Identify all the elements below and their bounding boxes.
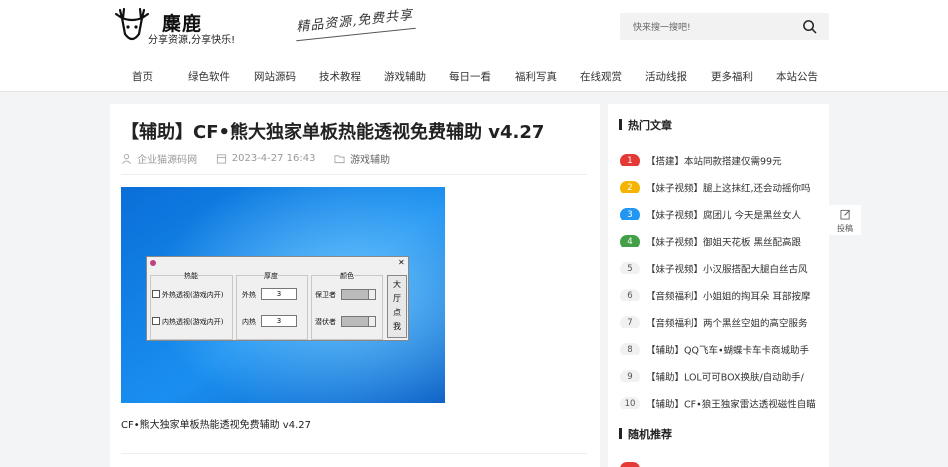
- hot-article-title: 【搭建】本站同款搭建仅需99元: [646, 156, 782, 167]
- calendar-icon: [216, 154, 226, 164]
- outer-hot-label: 外热透视(游戏内开): [162, 291, 224, 299]
- article-category[interactable]: 游戏辅助: [350, 151, 390, 166]
- group-hot: [150, 275, 233, 340]
- article-screenshot: ✕ 热能 厚度 颜色 外热透视(游戏内开) 内热透视(游戏内开) 外热 3 内热…: [121, 187, 445, 403]
- lobby-button-char-1: 大: [393, 280, 401, 289]
- search-icon[interactable]: [802, 19, 817, 34]
- rank-badge: 10: [620, 396, 640, 409]
- cheat-dialog: ✕ 热能 厚度 颜色 外热透视(游戏内开) 内热透视(游戏内开) 外热 3 内热…: [146, 256, 409, 341]
- hot-article-item[interactable]: 6 【音频福利】小姐姐的掏耳朵 耳部按摩: [620, 285, 825, 301]
- group-thickness: [236, 275, 308, 340]
- guard-color-label: 保卫者: [315, 291, 336, 299]
- hot-article-item[interactable]: 8 【辅助】QQ飞车•蝴蝶卡车卡商城助手: [620, 339, 825, 355]
- nav-more-perks[interactable]: 更多福利: [711, 69, 753, 84]
- outer-thickness-input[interactable]: 3: [261, 288, 297, 300]
- hot-article-title: 【妹子视频】御姐天花板 黑丝配高跟: [646, 237, 802, 248]
- hot-article-item[interactable]: 9 【辅助】LOL可可BOX换肤/自动助手/: [620, 366, 825, 382]
- lobby-button[interactable]: 大 厅 点 我: [387, 275, 407, 338]
- submit-post-label: 投稿: [837, 224, 853, 233]
- inner-hot-label: 内热透视(游戏内开): [162, 318, 224, 326]
- lurker-color-label: 潜伏者: [315, 318, 336, 326]
- rank-badge: 7: [620, 315, 640, 328]
- hot-articles-heading: 热门文章: [619, 117, 672, 133]
- nav-daily[interactable]: 每日一看: [449, 69, 491, 84]
- user-icon: [122, 154, 131, 164]
- article-card: 【辅助】CF•熊大独家单板热能透视免费辅助 v4.27 企业猫源码网 2023-…: [110, 104, 600, 467]
- guard-dropdown-icon[interactable]: [368, 289, 376, 300]
- hot-article-title: 【妹子视频】小汉服搭配大腿白丝古风: [646, 264, 808, 275]
- label-thickness: 厚度: [264, 271, 278, 281]
- bottom-divider: [121, 453, 587, 454]
- nav-online-watch[interactable]: 在线观赏: [580, 69, 622, 84]
- rank-badge: 3: [620, 207, 640, 220]
- article-date: 2023-4-27 16:43: [231, 153, 316, 164]
- inner-hot-checkbox[interactable]: [152, 317, 160, 325]
- sidebar: 热门文章 1 【搭建】本站同款搭建仅需99元 2 【妹子视频】腿上这抹红,还会动摇你吗…: [608, 104, 829, 467]
- inner-thickness-input[interactable]: 3: [261, 315, 297, 327]
- outer-thickness-label: 外热: [242, 291, 256, 299]
- main-nav: 首页 绿色软件 网站源码 技术教程 游戏辅助 每日一看 福利写真 在线观赏 活动…: [0, 60, 948, 92]
- nav-tutorials[interactable]: 技术教程: [319, 69, 361, 84]
- hot-article-item[interactable]: 4 【妹子视频】御姐天花板 黑丝配高跟: [620, 231, 825, 247]
- hot-article-item[interactable]: 5 【妹子视频】小汉服搭配大腿白丝古风: [620, 258, 825, 274]
- label-hot: 热能: [184, 271, 198, 281]
- hot-article-item[interactable]: 1 【搭建】本站同款搭建仅需99元: [620, 150, 825, 166]
- article-title: 【辅助】CF•熊大独家单板热能透视免费辅助 v4.27: [121, 122, 545, 143]
- rank-badge: 9: [620, 369, 640, 382]
- deer-logo-icon: [114, 7, 150, 41]
- hot-article-item[interactable]: 2 【妹子视频】腿上这抹红,还会动摇你吗: [620, 177, 825, 193]
- rank-badge: 5: [620, 261, 640, 274]
- site-header: 麋鹿 分享资源,分享快乐! 精品资源,免费共享 快来搜一搜吧!: [0, 0, 948, 60]
- hot-article-title: 【辅助】QQ飞车•蝴蝶卡车卡商城助手: [646, 345, 810, 356]
- site-tagline: 分享资源,分享快乐!: [148, 35, 236, 46]
- rank-badge: 8: [620, 342, 640, 355]
- nav-deals[interactable]: 活动线报: [645, 69, 687, 84]
- app-icon: [150, 260, 156, 266]
- lobby-button-char-3: 点: [393, 308, 401, 317]
- nav-announcements[interactable]: 本站公告: [776, 69, 818, 84]
- search-input[interactable]: 快来搜一搜吧!: [620, 13, 829, 40]
- lobby-button-char-2: 厅: [393, 294, 401, 303]
- nav-site-source[interactable]: 网站源码: [254, 69, 296, 84]
- nav-home[interactable]: 首页: [132, 69, 153, 84]
- rank-badge: 4: [620, 234, 640, 247]
- search-placeholder: 快来搜一搜吧!: [633, 23, 691, 33]
- rank-badge: [620, 461, 640, 467]
- random-recommend-heading: 随机推荐: [619, 426, 672, 442]
- hot-article-title: 【妹子视频】腿上这抹红,还会动摇你吗: [646, 183, 811, 194]
- lobby-button-char-4: 我: [393, 322, 401, 331]
- submit-post-button[interactable]: 投稿: [829, 205, 861, 235]
- label-color: 颜色: [340, 271, 354, 281]
- nav-photos[interactable]: 福利写真: [515, 69, 557, 84]
- nav-green-software[interactable]: 绿色软件: [188, 69, 230, 84]
- random-item[interactable]: [620, 458, 825, 467]
- article-meta: 企业猫源码网 2023-4-27 16:43 游戏辅助: [121, 151, 390, 166]
- rank-badge: 1: [620, 153, 640, 166]
- dialog-close-icon[interactable]: ✕: [398, 258, 405, 267]
- hot-article-title: 【辅助】CF•狼王独家雷达透视磁性自瞄: [646, 399, 816, 410]
- article-author[interactable]: 企业猫源码网: [137, 151, 197, 166]
- meta-divider: [121, 174, 587, 175]
- hot-article-title: 【音频福利】两个黑丝空姐的高空服务: [646, 318, 808, 329]
- hot-article-item[interactable]: 7 【音频福利】两个黑丝空姐的高空服务: [620, 312, 825, 328]
- folder-icon: [334, 155, 345, 164]
- hot-article-title: 【妹子视频】腐团儿 今天是黑丝女人: [646, 210, 802, 221]
- inner-thickness-label: 内热: [242, 318, 256, 326]
- nav-game-assist[interactable]: 游戏辅助: [384, 69, 426, 84]
- hot-article-item[interactable]: 10 【辅助】CF•狼王独家雷达透视磁性自瞄: [620, 393, 825, 409]
- hot-article-item[interactable]: 3 【妹子视频】腐团儿 今天是黑丝女人: [620, 204, 825, 220]
- rank-badge: 6: [620, 288, 640, 301]
- group-color: [311, 275, 383, 340]
- lurker-dropdown-icon[interactable]: [368, 316, 376, 327]
- article-caption: CF•熊大独家单板热能透视免费辅助 v4.27: [121, 420, 311, 431]
- hot-article-title: 【音频福利】小姐姐的掏耳朵 耳部按摩: [646, 291, 811, 302]
- rank-badge: 2: [620, 180, 640, 193]
- outer-hot-checkbox[interactable]: [152, 290, 160, 298]
- site-logo[interactable]: 麋鹿 分享资源,分享快乐!: [112, 6, 235, 48]
- hot-article-title: 【辅助】LOL可可BOX换肤/自动助手/: [646, 372, 804, 383]
- edit-icon: [839, 209, 850, 220]
